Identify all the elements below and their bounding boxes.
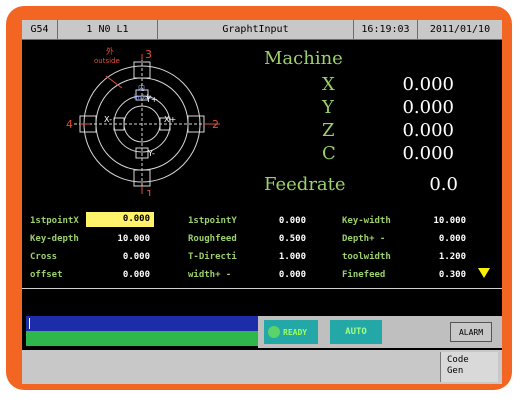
param-value-offset[interactable]: 0.000 bbox=[100, 270, 150, 280]
param-label-t-direction: T-Directi bbox=[188, 252, 237, 262]
param-value-cross[interactable]: 0.000 bbox=[100, 252, 150, 262]
feedrate-value: 0.0 bbox=[429, 174, 458, 195]
page-down-arrow-icon[interactable] bbox=[478, 268, 490, 278]
param-value-roughfeed[interactable]: 0.500 bbox=[256, 234, 306, 244]
device-frame: G54 1 N0 L1 GraphtInput 16:19:03 2011/01… bbox=[6, 6, 512, 390]
param-label-offset: offset bbox=[30, 270, 63, 280]
status-panel: READY AUTO ALARM bbox=[258, 316, 502, 348]
axis-y-label: Y bbox=[322, 97, 334, 118]
param-label-width: width+ - bbox=[188, 270, 232, 280]
divider bbox=[22, 288, 502, 289]
code-gen-line1: Code bbox=[447, 355, 469, 365]
axis-c-label: C bbox=[322, 143, 336, 164]
param-label-cross: Cross bbox=[30, 252, 58, 262]
alarm-indicator: ALARM bbox=[450, 322, 492, 342]
y-minus-label: Y- bbox=[147, 149, 155, 158]
message-bar bbox=[26, 331, 258, 346]
header-bar: G54 1 N0 L1 GraphtInput 16:19:03 2011/01… bbox=[22, 20, 502, 40]
axis-z-value: 0.000 bbox=[402, 120, 454, 141]
param-label-finefeed: Finefeed bbox=[342, 270, 386, 280]
x-plus-label: X+ bbox=[164, 115, 176, 124]
param-label-roughfeed: Roughfeed bbox=[188, 234, 237, 244]
axis-c-value: 0.000 bbox=[402, 143, 454, 164]
param-label-1stpointx: 1stpointX bbox=[30, 216, 79, 226]
param-value-key-width[interactable]: 10.000 bbox=[416, 216, 466, 226]
cnc-screen: G54 1 N0 L1 GraphtInput 16:19:03 2011/01… bbox=[22, 20, 502, 384]
param-value-t-direction[interactable]: 1.000 bbox=[256, 252, 306, 262]
code-gen-softkey[interactable]: Code Gen bbox=[440, 352, 498, 382]
mode-indicator: AUTO bbox=[330, 320, 382, 344]
param-value-1stpointy[interactable]: 0.000 bbox=[256, 216, 306, 226]
ready-label: READY bbox=[283, 327, 308, 337]
outside-label: outside bbox=[94, 57, 120, 65]
keyway-diagram: 外 outside 内 inside 3 4 2 1 X- X+ Y+ Y- bbox=[66, 46, 220, 196]
inside-label-cn: 内 bbox=[138, 83, 145, 92]
param-label-toolwidth: toolwidth bbox=[342, 252, 391, 262]
softkey-bar: Code Gen bbox=[22, 350, 502, 384]
axis-y-value: 0.000 bbox=[402, 97, 454, 118]
text-cursor bbox=[29, 318, 30, 329]
param-value-toolwidth[interactable]: 1.200 bbox=[416, 252, 466, 262]
x-minus-label: X- bbox=[104, 115, 112, 124]
coord-system: G54 bbox=[22, 20, 58, 40]
y-plus-label: Y+ bbox=[145, 95, 158, 104]
machine-title: Machine bbox=[264, 48, 343, 69]
ready-lamp-icon bbox=[268, 326, 280, 338]
clock-time: 16:19:03 bbox=[354, 20, 418, 40]
keyway-number-3: 3 bbox=[145, 48, 152, 61]
program-mode: 1 N0 L1 bbox=[58, 20, 158, 40]
keyway-number-2: 2 bbox=[212, 118, 219, 131]
ready-indicator: READY bbox=[264, 320, 318, 344]
clock-date: 2011/01/10 bbox=[418, 20, 502, 40]
param-label-key-width: Key-width bbox=[342, 216, 391, 226]
param-value-depth[interactable]: 0.000 bbox=[416, 234, 466, 244]
param-value-width[interactable]: 0.000 bbox=[256, 270, 306, 280]
param-input-1stpointx[interactable]: 0.000 bbox=[86, 212, 154, 227]
axis-x-label: X bbox=[322, 74, 335, 95]
code-gen-line2: Gen bbox=[447, 366, 464, 376]
outside-label-cn: 外 bbox=[106, 46, 114, 56]
keyway-number-4: 4 bbox=[66, 118, 73, 131]
screen-title: GraphtInput bbox=[158, 20, 354, 40]
param-label-key-depth: Key-depth bbox=[30, 234, 79, 244]
param-label-1stpointy: 1stpointY bbox=[188, 216, 237, 226]
command-input[interactable] bbox=[26, 316, 258, 331]
param-label-depth: Depth+ - bbox=[342, 234, 386, 244]
param-value-1stpointx: 0.000 bbox=[122, 214, 150, 224]
feedrate-label: Feedrate bbox=[264, 174, 346, 195]
param-value-finefeed[interactable]: 0.300 bbox=[416, 270, 466, 280]
axis-x-value: 0.000 bbox=[402, 74, 454, 95]
param-value-key-depth[interactable]: 10.000 bbox=[100, 234, 150, 244]
keyway-number-1: 1 bbox=[146, 188, 153, 196]
axis-z-label: Z bbox=[322, 120, 335, 141]
